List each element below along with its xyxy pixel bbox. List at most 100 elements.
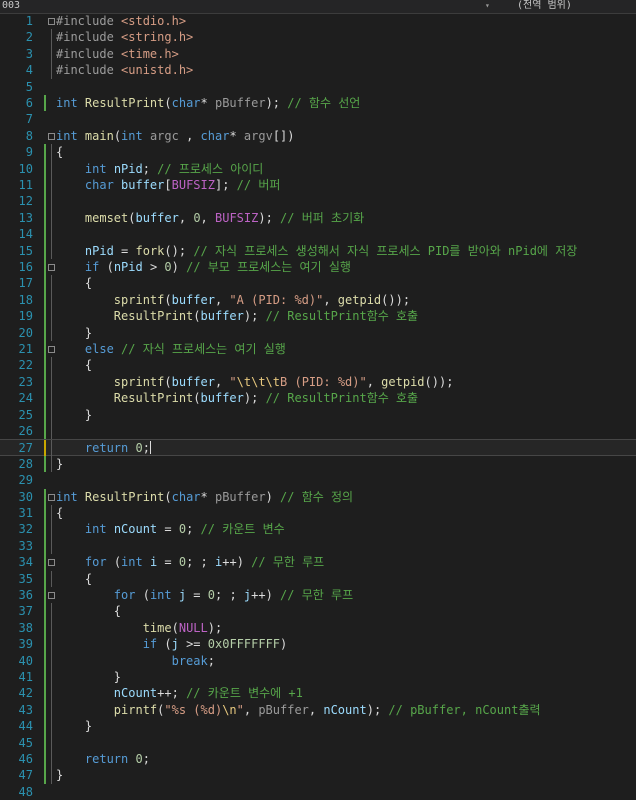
code-token: buffer (200, 391, 244, 406)
code-line[interactable]: 39 if (j >= 0x0FFFFFFF) (0, 636, 636, 653)
code-line[interactable]: 16 if (nPid > 0) // 부모 프로세스는 여기 실행 (0, 259, 636, 276)
code-line[interactable]: 22 { (0, 357, 636, 374)
line-number: 17 (18, 276, 33, 291)
line-number: 2 (25, 30, 33, 45)
fold-toggle-icon[interactable] (48, 264, 55, 271)
code-line[interactable]: 14 (0, 226, 636, 243)
code-token: // ResultPrint함수 호출 (265, 391, 419, 406)
code-line[interactable]: 2 #include <string.h> (0, 29, 636, 46)
fold-guide-line (51, 440, 52, 457)
code-line[interactable]: 20 } (0, 324, 636, 341)
code-token: int (84, 522, 114, 537)
code-line[interactable]: 41 } (0, 669, 636, 686)
code-line[interactable]: 9{ (0, 144, 636, 161)
code-line[interactable]: 40 break; (0, 652, 636, 669)
code-line[interactable]: 4 #include <unistd.h> (0, 62, 636, 79)
code-token: fork (135, 243, 165, 258)
code-line[interactable]: 8 int main(int argc , char* argv[]) (0, 128, 636, 144)
file-selector[interactable]: 003 (2, 0, 20, 12)
code-line[interactable]: 28} (0, 455, 636, 473)
code-line[interactable]: 1 #include <stdio.h> (0, 13, 636, 29)
code-token: nPid (113, 161, 143, 176)
code-line[interactable]: 23 sprintf(buffer, "\t\t\tB (PID: %d)", … (0, 373, 636, 391)
code-line[interactable]: 37 { (0, 603, 636, 620)
code-line[interactable]: 34 for (int i = 0; ; i++) // 무한 루프 (0, 554, 636, 571)
fold-toggle-icon[interactable] (48, 18, 55, 25)
code-token: pBuffer (258, 702, 309, 717)
line-number: 47 (18, 768, 33, 783)
code-line[interactable]: 5 (0, 79, 636, 95)
change-indicator (44, 767, 46, 784)
code-line[interactable]: 31 { (0, 505, 636, 522)
fold-toggle-icon[interactable] (48, 346, 55, 353)
code-line[interactable]: 47} (0, 767, 636, 784)
code-line[interactable]: 25 } (0, 406, 636, 423)
code-token: // 프로세스 아이디 (157, 161, 264, 176)
fold-toggle-icon[interactable] (48, 132, 55, 140)
code-line[interactable]: 32 int nCount = 0; // 카운트 변수 (0, 521, 636, 538)
code-line[interactable]: 7 (0, 111, 636, 127)
code-token: for (84, 555, 114, 570)
code-line[interactable]: 29 (0, 472, 636, 488)
code-token: , (323, 292, 338, 307)
code-line[interactable]: 38 time(NULL); (0, 619, 636, 637)
fold-toggle-icon[interactable] (48, 493, 55, 501)
code-token: j (178, 588, 187, 602)
change-indicator (44, 291, 46, 309)
code-text: char buffer[BUFSIZ]; // 버퍼 (56, 177, 281, 193)
code-line[interactable]: 33 (0, 537, 636, 555)
code-line[interactable]: 35 { (0, 570, 636, 587)
code-line[interactable]: 45 (0, 734, 636, 751)
code-line[interactable]: 43 pirntf("%s (%d)\n", pBuffer, nCount);… (0, 701, 636, 719)
code-line[interactable]: 15 nPid = fork(); // 자식 프로세스 생성해서 자식 프로세… (0, 242, 636, 259)
code-token: ( (164, 489, 172, 504)
dropdown-arrow-icon[interactable]: ▾ (485, 0, 490, 12)
code-line[interactable]: 24 ResultPrint(buffer); // ResultPrint함수… (0, 390, 636, 407)
code-line[interactable]: 3 #include <time.h> (0, 45, 636, 63)
code-line[interactable]: 27 return 0; (0, 439, 636, 457)
line-number: 34 (18, 555, 33, 570)
code-line[interactable]: 17 { (0, 275, 636, 292)
code-token: <unistd.h> (121, 63, 194, 78)
code-token: B (PID: %d)" (280, 374, 367, 389)
code-token: 0x0FFFFFFF (207, 637, 281, 652)
code-token: >= (178, 637, 208, 652)
code-line[interactable]: 13 memset(buffer, 0, BUFSIZ); // 버퍼 초기화 (0, 209, 636, 227)
code-text: } (56, 325, 92, 341)
change-indicator (44, 95, 46, 112)
code-line[interactable]: 46 return 0; (0, 751, 636, 768)
code-line[interactable]: 10 int nPid; // 프로세스 아이디 (0, 160, 636, 177)
fold-guide-line (51, 685, 52, 702)
code-line[interactable]: 30 int ResultPrint(char* pBuffer) // 함수 정… (0, 488, 636, 505)
fold-guide-line (51, 324, 52, 341)
code-line[interactable]: 6 int ResultPrint(char* pBuffer); // 함수 선… (0, 95, 636, 112)
code-token: } (56, 456, 64, 471)
scope-selector[interactable]: (전역 범위) (517, 0, 572, 12)
code-line[interactable]: 44 } (0, 718, 636, 735)
fold-guide-line (51, 570, 52, 587)
code-line[interactable]: 11 char buffer[BUFSIZ]; // 버퍼 (0, 177, 636, 194)
code-text: { (56, 357, 92, 373)
code-token: // 버퍼 초기화 (280, 210, 365, 225)
code-line[interactable]: 26 (0, 423, 636, 440)
code-line[interactable]: 48 (0, 784, 636, 800)
fold-toggle-icon[interactable] (48, 592, 55, 599)
code-line[interactable]: 19 ResultPrint(buffer); // ResultPrint함수… (0, 308, 636, 325)
code-line[interactable]: 21 else // 자식 프로세스는 여기 실행 (0, 341, 636, 358)
code-text: #include <unistd.h> (56, 62, 193, 78)
code-token: ( (171, 620, 179, 635)
line-number: 30 (18, 489, 33, 504)
code-token: = (113, 243, 136, 258)
code-token: // 부모 프로세스는 여기 실행 (186, 260, 351, 274)
fold-toggle-icon[interactable] (48, 559, 55, 567)
code-line[interactable]: 12 (0, 193, 636, 210)
code-line[interactable]: 18 sprintf(buffer, "A (PID: %d)", getpid… (0, 291, 636, 309)
code-line[interactable]: 36 for (int j = 0; ; j++) // 무한 루프 (0, 587, 636, 604)
line-number: 44 (18, 719, 33, 734)
line-number: 22 (18, 358, 33, 373)
code-line[interactable]: 42 nCount++; // 카운트 변수에 +1 (0, 685, 636, 702)
